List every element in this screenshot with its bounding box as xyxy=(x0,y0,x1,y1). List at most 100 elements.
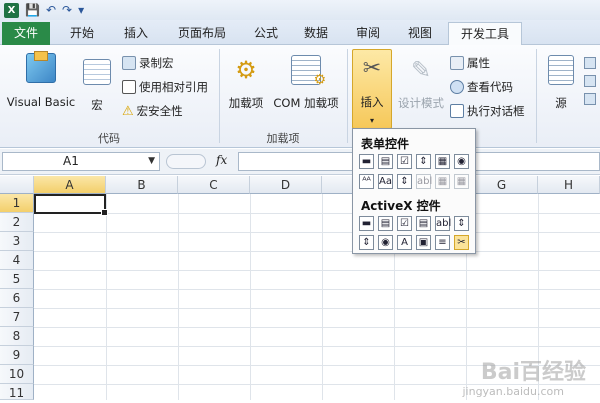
text-field-control-icon[interactable]: abl xyxy=(416,174,432,189)
activex-toggle-button-icon[interactable]: ≡ xyxy=(435,235,450,250)
tab-insert[interactable]: 插入 xyxy=(112,22,160,45)
tab-data[interactable]: 数据 xyxy=(294,22,338,45)
gridline xyxy=(106,194,107,400)
activex-checkbox-icon[interactable]: ☑ xyxy=(397,216,412,231)
run-dialog-label: 执行对话框 xyxy=(467,104,525,118)
excel-icon: X xyxy=(4,2,19,18)
macros-button[interactable]: 宏 xyxy=(80,59,114,113)
macro-security-button[interactable]: ⚠ 宏安全性 xyxy=(122,103,183,119)
select-all-corner[interactable] xyxy=(0,176,34,194)
relative-reference-label: 使用相对引用 xyxy=(139,80,208,94)
activex-list-box-icon[interactable]: ▤ xyxy=(416,216,431,231)
row-header[interactable]: 1 xyxy=(0,194,34,213)
list-box-control-icon[interactable]: ▦ xyxy=(435,154,450,169)
insert-controls-button[interactable]: ✂ 插入 ▾ xyxy=(352,49,392,129)
chevron-down-icon[interactable]: ▼ xyxy=(148,153,155,170)
row-header[interactable]: 2 xyxy=(0,213,34,232)
button-control-icon[interactable]: ▬ xyxy=(359,154,374,169)
activex-image-icon[interactable]: ▣ xyxy=(416,235,431,250)
gridline xyxy=(322,194,323,400)
label-control-icon[interactable]: Aa xyxy=(378,174,393,189)
group-box-control-icon[interactable]: ᴬᴬ xyxy=(359,174,374,189)
activex-scroll-bar-icon[interactable]: ⇕ xyxy=(454,216,469,231)
row-header[interactable]: 7 xyxy=(0,308,34,327)
formula-bar: A1 ▼ fx xyxy=(0,149,600,175)
tab-review[interactable]: 审阅 xyxy=(344,22,392,45)
active-cell-a1[interactable] xyxy=(34,194,108,216)
gridline xyxy=(34,346,600,347)
com-addins-icon: ⚙ xyxy=(291,55,326,88)
xml-source-button[interactable]: 源 xyxy=(544,55,578,111)
run-dialog-icon xyxy=(450,104,464,118)
row-header[interactable]: 11 xyxy=(0,384,34,400)
redo-icon[interactable]: ↷ xyxy=(62,3,72,17)
row-header[interactable]: 3 xyxy=(0,232,34,251)
code-group-label: 代码 xyxy=(98,132,120,145)
activex-combo-box-icon[interactable]: ▤ xyxy=(378,216,393,231)
row-header[interactable]: 8 xyxy=(0,327,34,346)
tab-home[interactable]: 开始 xyxy=(58,22,106,45)
column-header[interactable]: B xyxy=(106,176,178,194)
design-mode-button[interactable]: ✎ 设计模式 xyxy=(396,55,446,111)
undo-icon[interactable]: ↶ xyxy=(46,3,56,17)
row-header[interactable]: 5 xyxy=(0,270,34,289)
activex-text-box-icon[interactable]: abl xyxy=(435,216,451,231)
ribbon-developer: Visual Basic 宏 录制宏 使用相对引用 ⚠ 宏安全性 代码 ⚙ 加载… xyxy=(0,45,600,148)
row-header[interactable]: 10 xyxy=(0,365,34,384)
run-dialog-button[interactable]: 执行对话框 xyxy=(450,103,525,119)
insert-function-icon[interactable]: fx xyxy=(216,153,227,167)
activex-label-icon[interactable]: A xyxy=(397,235,412,250)
save-icon[interactable]: 💾 xyxy=(25,3,40,17)
relative-reference-icon xyxy=(122,80,136,94)
record-macro-button[interactable]: 录制宏 xyxy=(122,55,174,71)
activex-spin-button-icon[interactable]: ⇕ xyxy=(359,235,374,250)
xml-source-icon xyxy=(548,55,574,85)
properties-button[interactable]: 属性 xyxy=(450,55,490,71)
insert-controls-label: 插入 xyxy=(360,95,384,109)
xml-source-label: 源 xyxy=(555,96,567,110)
visual-basic-label: Visual Basic xyxy=(6,95,76,109)
column-header[interactable]: D xyxy=(250,176,322,194)
combo-dropdown-edit-control-icon[interactable]: ▦ xyxy=(454,174,469,189)
tab-formulas[interactable]: 公式 xyxy=(244,22,288,45)
quick-access-toolbar: X 💾 ↶ ↷ ▾ xyxy=(0,0,600,20)
tab-file[interactable]: 文件 xyxy=(2,22,50,45)
column-header[interactable]: G xyxy=(466,176,538,194)
insert-controls-dropdown: 表单控件 ▬ ▤ ☑ ⇕ ▦ ◉ ᴬᴬ Aa ⇕ abl ▦ ▦ ActiveX… xyxy=(352,128,476,254)
checkbox-control-icon[interactable]: ☑ xyxy=(397,154,412,169)
scroll-bar-control-icon[interactable]: ⇕ xyxy=(397,174,412,189)
tab-view[interactable]: 视图 xyxy=(398,22,442,45)
form-controls-title: 表单控件 xyxy=(361,137,410,151)
com-addins-button[interactable]: ⚙ COM 加载项 xyxy=(270,55,342,111)
activex-button-icon[interactable]: ▬ xyxy=(359,216,374,231)
group-separator xyxy=(219,49,220,143)
tab-developer[interactable]: 开发工具 xyxy=(448,22,522,46)
row-header[interactable]: 6 xyxy=(0,289,34,308)
row-header[interactable]: 9 xyxy=(0,346,34,365)
addins-label: 加载项 xyxy=(228,96,264,110)
relative-reference-button[interactable]: 使用相对引用 xyxy=(122,79,208,95)
warning-icon: ⚠ xyxy=(122,103,134,119)
addins-button[interactable]: ⚙ 加载项 xyxy=(224,55,268,111)
column-header[interactable]: A xyxy=(34,176,106,194)
gridline xyxy=(34,289,600,290)
activex-option-button-icon[interactable]: ◉ xyxy=(378,235,393,250)
column-header[interactable]: C xyxy=(178,176,250,194)
column-header[interactable]: H xyxy=(538,176,600,194)
gridline xyxy=(34,327,600,328)
tab-page-layout[interactable]: 页面布局 xyxy=(166,22,238,45)
spin-button-control-icon[interactable]: ⇕ xyxy=(416,154,431,169)
name-box[interactable]: A1 ▼ xyxy=(2,152,160,171)
more-controls-icon[interactable]: ✂ xyxy=(454,235,469,250)
row-header[interactable]: 4 xyxy=(0,251,34,270)
view-code-button[interactable]: 查看代码 xyxy=(450,79,513,95)
combo-list-edit-control-icon[interactable]: ▦ xyxy=(435,174,450,189)
combo-box-control-icon[interactable]: ▤ xyxy=(378,154,393,169)
customize-icon[interactable]: ▾ xyxy=(78,3,84,17)
gridline xyxy=(34,251,600,252)
group-separator xyxy=(536,49,537,143)
xml-small-icons xyxy=(584,57,598,115)
option-button-control-icon[interactable]: ◉ xyxy=(454,154,469,169)
visual-basic-button[interactable]: Visual Basic xyxy=(6,51,76,109)
addins-group-label: 加载项 xyxy=(266,132,300,145)
